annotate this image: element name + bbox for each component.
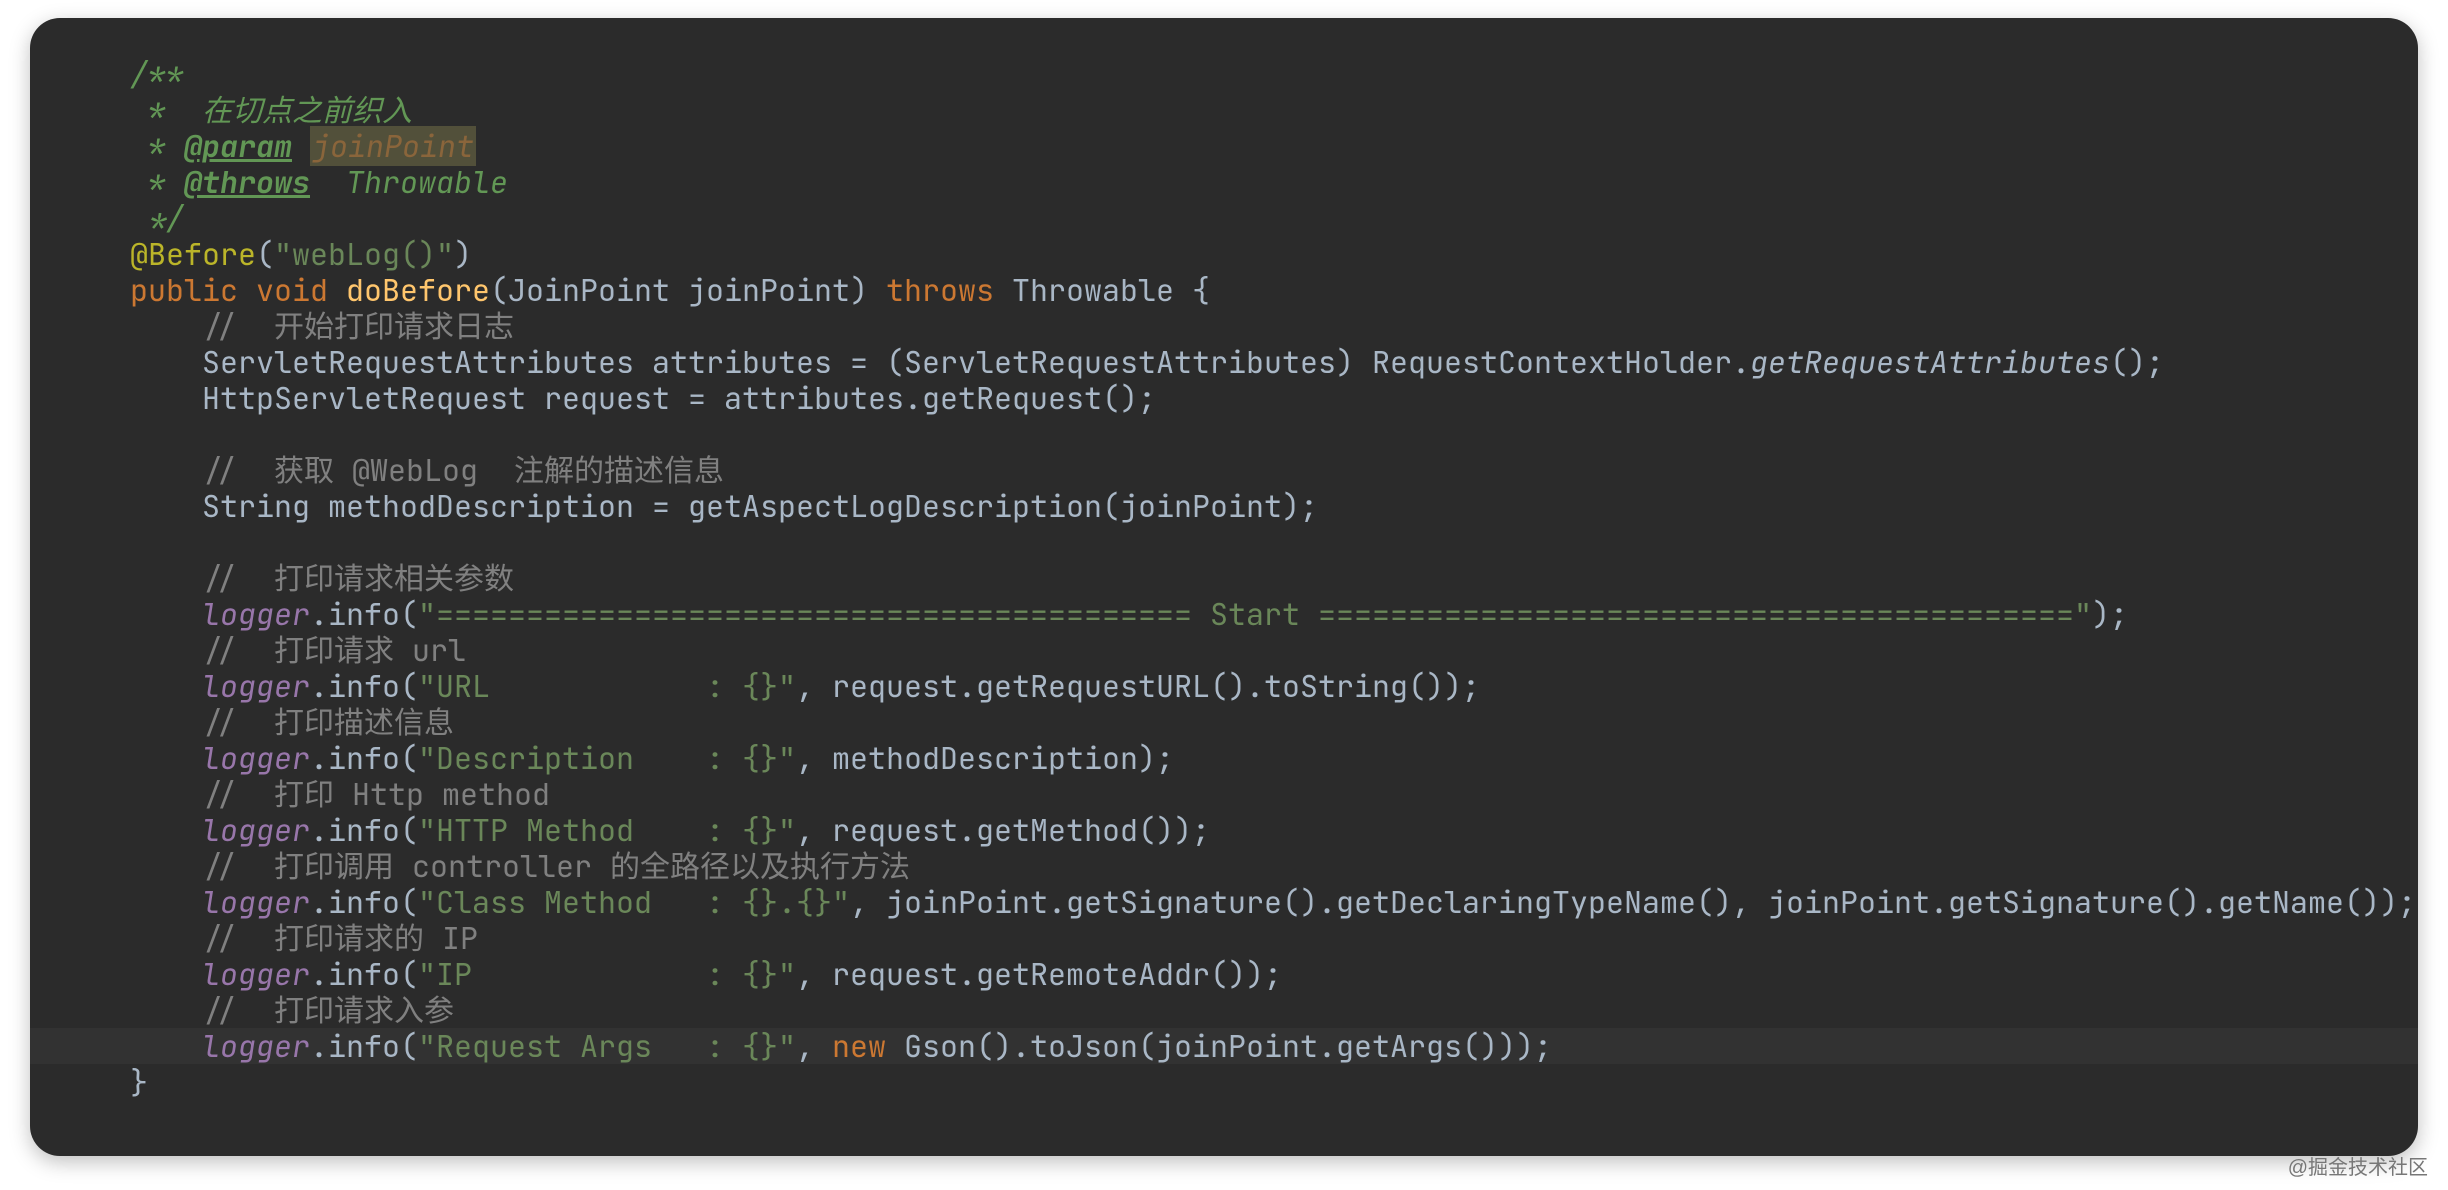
code-block[interactable]: /** * 在切点之前织入 * @param joinPoint * @thro… <box>30 18 2418 1100</box>
log-string-args: "Request Args : {}" <box>418 1026 796 1066</box>
javadoc-param: * <box>130 126 184 166</box>
logger-field: logger <box>202 738 310 778</box>
highlighted-line: logger.info("Request Args : {}", new Gso… <box>30 1028 2418 1064</box>
kw-public: public <box>130 270 238 310</box>
editor-frame: /** * 在切点之前织入 * @param joinPoint * @thro… <box>30 18 2418 1156</box>
throws-type: Throwable { <box>1012 270 1210 310</box>
log-string-url: "URL : {}" <box>418 666 796 706</box>
javadoc-throws-val: Throwable <box>346 162 508 202</box>
log-args: , request.getRemoteAddr()); <box>796 954 1282 994</box>
comment: // 获取 @WebLog 注解的描述信息 <box>202 450 724 490</box>
static-call: getRequestAttributes <box>1750 342 2110 382</box>
logger-field: logger <box>202 954 310 994</box>
javadoc-param-name: joinPoint <box>310 126 476 166</box>
log-args: , joinPoint.getSignature().getDeclaringT… <box>850 882 2416 922</box>
javadoc-close: */ <box>130 198 184 238</box>
log-string-ip: "IP : {}" <box>418 954 796 994</box>
annotation-before: @Before <box>130 234 256 274</box>
code-line: HttpServletRequest request = attributes.… <box>202 378 1156 418</box>
logger-field: logger <box>202 594 310 634</box>
javadoc-throws-tag: @throws <box>184 162 310 202</box>
kw-throws: throws <box>886 270 994 310</box>
kw-new: new <box>832 1026 886 1066</box>
comment: // 打印请求入参 <box>202 990 454 1030</box>
annotation-value: "webLog()" <box>274 234 454 274</box>
log-string-http: "HTTP Method : {}" <box>418 810 796 850</box>
log-string-start: "=======================================… <box>418 594 2092 634</box>
logger-field: logger <box>202 666 310 706</box>
javadoc-throws: * <box>130 162 184 202</box>
comment: // 打印调用 controller 的全路径以及执行方法 <box>202 846 910 886</box>
log-string-class: "Class Method : {}.{}" <box>418 882 850 922</box>
code-line: ServletRequestAttributes attributes = (S… <box>202 342 1750 382</box>
log-args: , request.getMethod()); <box>796 810 1210 850</box>
watermark: @掘金技术社区 <box>2288 1151 2428 1180</box>
method-name: doBefore <box>346 270 490 310</box>
javadoc-open: /** <box>130 54 184 94</box>
method-params: (JoinPoint joinPoint) <box>490 270 868 310</box>
code-line: String methodDescription = getAspectLogD… <box>202 486 1318 526</box>
javadoc-line: * 在切点之前织入 <box>130 90 412 130</box>
logger-field: logger <box>202 810 310 850</box>
comment: // 打印请求相关参数 <box>202 558 514 598</box>
log-string-desc: "Description : {}" <box>418 738 796 778</box>
comment: // 开始打印请求日志 <box>202 306 514 346</box>
logger-field: logger <box>202 882 310 922</box>
comment: // 打印请求 url <box>202 630 466 670</box>
log-args: , request.getRequestURL().toString()); <box>796 666 1480 706</box>
logger-field: logger <box>202 1026 310 1066</box>
comment: // 打印请求的 IP <box>202 918 478 958</box>
javadoc-param-tag: @param <box>184 126 292 166</box>
comment: // 打印描述信息 <box>202 702 454 742</box>
comment: // 打印 Http method <box>202 774 550 814</box>
brace-close: } <box>130 1062 148 1102</box>
kw-void: void <box>256 270 328 310</box>
log-args: , methodDescription); <box>796 738 1174 778</box>
log-args: Gson().toJson(joinPoint.getArgs())); <box>886 1026 1552 1066</box>
